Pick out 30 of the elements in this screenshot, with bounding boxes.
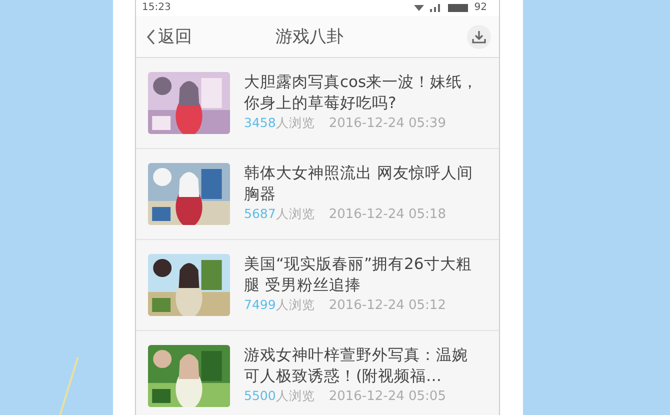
article-time: 2016-12-24 05:05 bbox=[328, 389, 446, 404]
view-label: 人浏览 bbox=[276, 388, 315, 405]
article-title: 美国“现实版春丽”拥有26寸大粗腿 受男粉丝追捧 bbox=[244, 254, 473, 296]
view-count: 3458 bbox=[244, 115, 276, 130]
status-time: 15:23 bbox=[142, 1, 171, 15]
signal-icon bbox=[430, 4, 442, 12]
article-item[interactable]: 游戏女神叶梓萱野外写真：温婉可人极致诱惑！(附视频福… 5500人浏览 2016-12-24 05:05 bbox=[136, 331, 499, 415]
view-count: 5687 bbox=[244, 206, 276, 221]
article-title: 大胆露肉写真cos来一波！妹纸，你身上的草莓好吃吗? bbox=[244, 72, 480, 114]
download-icon bbox=[472, 30, 486, 44]
article-time: 2016-12-24 05:12 bbox=[328, 298, 446, 313]
view-label: 人浏览 bbox=[276, 206, 315, 223]
view-count: 5500 bbox=[244, 388, 276, 403]
wifi-icon bbox=[414, 5, 424, 11]
download-button[interactable] bbox=[467, 24, 491, 48]
back-button[interactable]: 返回 bbox=[146, 25, 192, 48]
view-count: 7499 bbox=[244, 297, 276, 312]
battery-level: 92 bbox=[474, 1, 487, 15]
view-label: 人浏览 bbox=[276, 297, 315, 314]
view-label: 人浏览 bbox=[276, 115, 315, 132]
article-title: 韩体大女神照流出 网友惊呼人间胸器 bbox=[244, 163, 474, 205]
line-decoration bbox=[58, 355, 80, 415]
page-title: 游戏八卦 bbox=[276, 26, 344, 48]
article-time: 2016-12-24 05:39 bbox=[328, 116, 446, 131]
article-item[interactable]: 美国“现实版春丽”拥有26寸大粗腿 受男粉丝追捧 7499人浏览 2016-12-24 05:12 bbox=[136, 240, 499, 331]
chevron-icon bbox=[146, 28, 156, 44]
article-title: 游戏女神叶梓萱野外写真：温婉可人极致诱惑！(附视频福… bbox=[244, 345, 469, 387]
article-item[interactable]: 韩体大女神照流出 网友惊呼人间胸器 5687人浏览 2016-12-24 05:18 bbox=[136, 149, 499, 240]
article-time: 2016-12-24 05:18 bbox=[328, 207, 446, 222]
article-item[interactable]: 大胆露肉写真cos来一波！妹纸，你身上的草莓好吃吗? 3458人浏览 2016-12-24 05:39 bbox=[136, 58, 499, 149]
